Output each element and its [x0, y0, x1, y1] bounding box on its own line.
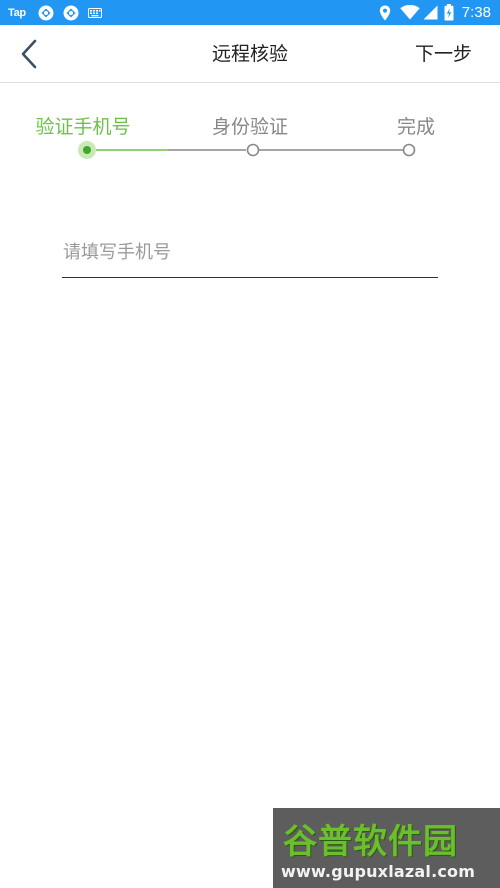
phone-number-input[interactable] [62, 226, 438, 277]
progress-stepper: 验证手机号 身份验证 完成 [0, 100, 500, 170]
phone-number-field [62, 226, 438, 278]
next-step-button[interactable]: 下一步 [415, 25, 472, 83]
back-button[interactable] [12, 37, 46, 71]
step-dot-active-core [83, 146, 91, 154]
watermark-logo: 谷普软件园 [283, 822, 458, 862]
chevron-left-icon [21, 39, 37, 69]
battery-icon [444, 4, 454, 21]
stepper-track [78, 141, 416, 159]
sync-icon [63, 5, 79, 20]
status-carrier-text: Tap [8, 6, 26, 19]
status-bar-right: 7:38 [379, 0, 491, 25]
step-dot-pending [402, 143, 416, 157]
watermark-url: www.gupuxlazal.com [281, 862, 476, 881]
signal-icon [423, 5, 438, 20]
watermark: 谷普软件园 www.gupuxlazal.com [273, 808, 500, 888]
sync-icon [38, 5, 54, 20]
status-bar: Tap 7:38 [0, 0, 500, 25]
status-bar-left: Tap [8, 0, 102, 25]
toolbar: 远程核验 下一步 [0, 25, 500, 83]
step-dot-pending [246, 143, 260, 157]
keyboard-icon [87, 7, 102, 18]
status-time: 7:38 [461, 4, 491, 21]
location-icon [379, 5, 390, 20]
wifi-icon [400, 5, 420, 20]
